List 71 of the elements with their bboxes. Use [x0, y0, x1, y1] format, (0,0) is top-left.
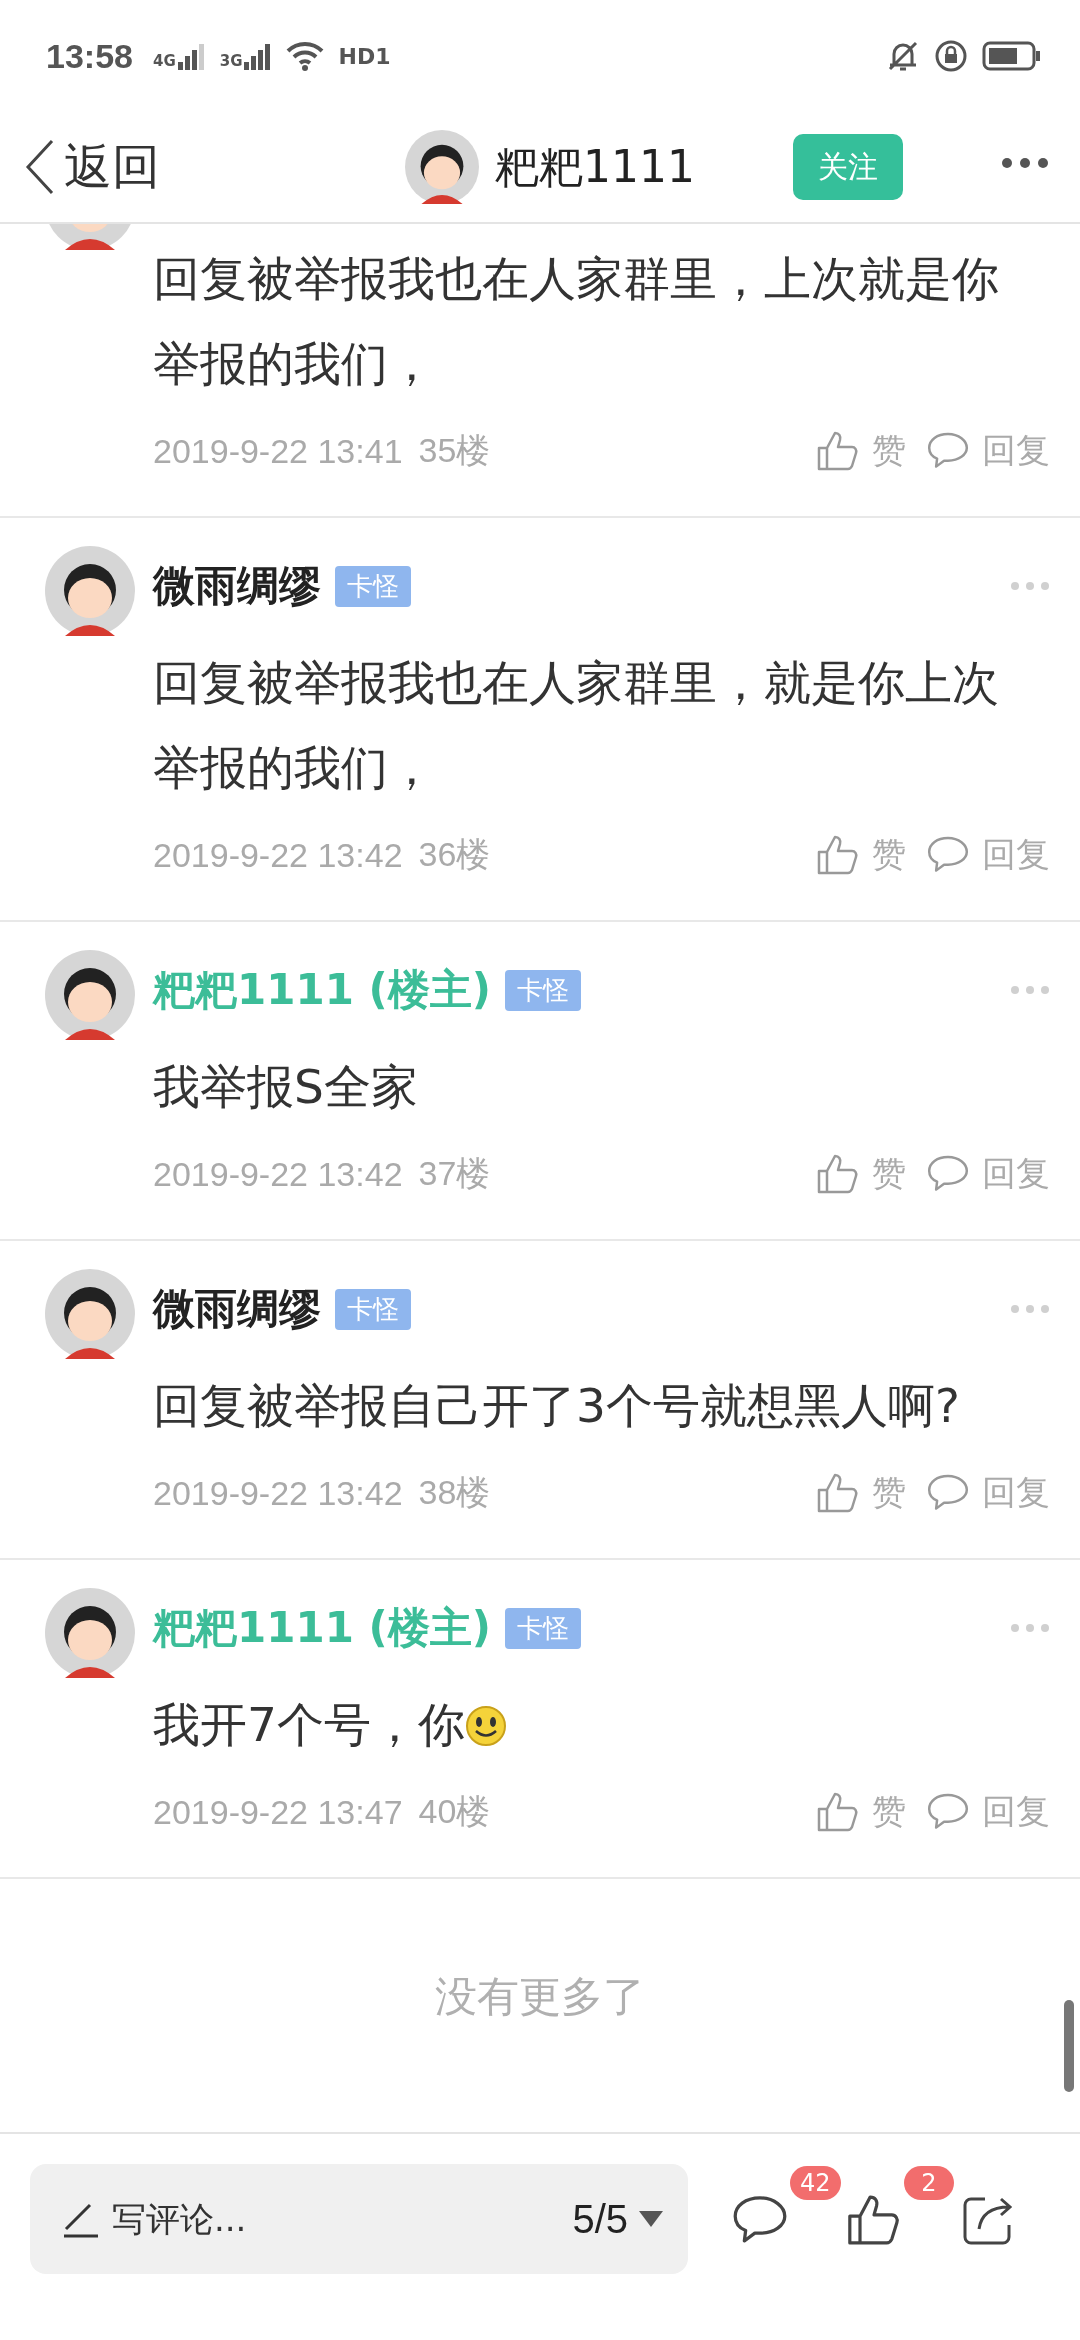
scrollbar[interactable]	[1064, 2000, 1074, 2092]
more-icon[interactable]	[1000, 156, 1050, 170]
back-button[interactable]: 返回	[22, 135, 160, 199]
like-button[interactable]: 赞	[816, 832, 906, 878]
page-indicator[interactable]: 5/5	[572, 2196, 628, 2242]
post-time: 2019-9-22 13:42	[153, 1154, 403, 1194]
bell-muted-icon	[886, 39, 920, 73]
avatar-icon	[45, 950, 135, 1040]
user-badge: 卡怪	[504, 969, 581, 1011]
comment-text: 我开7个号，你	[153, 1682, 1050, 1767]
status-time: 13:58	[46, 36, 133, 76]
smiley-icon	[464, 1705, 507, 1747]
comment-text: 回复被举报我也在人家群里，就是你上次举报的我们，	[153, 654, 1000, 797]
floor-number: 36楼	[418, 834, 491, 875]
network-label: 4G	[152, 52, 176, 70]
like-button[interactable]: 赞	[816, 428, 906, 474]
comment-icon	[926, 431, 970, 471]
post-time: 2019-9-22 13:47	[153, 1792, 403, 1832]
rotation-lock-icon	[934, 39, 968, 73]
user-badge: 卡怪	[504, 1607, 581, 1649]
end-message: 没有更多了	[434, 1971, 646, 2023]
author-name[interactable]: 粑粑1111 (楼主)	[153, 962, 491, 1018]
user-badge: 卡怪	[335, 565, 411, 607]
comment-icon	[926, 1154, 970, 1194]
user-badge: 卡怪	[335, 1288, 411, 1330]
like-button[interactable]: 赞	[816, 1789, 906, 1835]
reply-button[interactable]: 回复	[926, 1151, 1050, 1197]
post-time: 2019-9-22 13:42	[153, 835, 403, 875]
like-button[interactable]: 赞	[816, 1151, 906, 1197]
page-title: 粑粑1111	[495, 139, 695, 194]
reply-button[interactable]: 回复	[926, 1789, 1050, 1835]
network-label: 3G	[219, 52, 243, 70]
avatar-icon	[45, 1588, 135, 1678]
like-button[interactable]: 赞	[816, 1470, 906, 1516]
reply-button[interactable]: 回复	[926, 428, 1050, 474]
comment-text: 回复被举报我也在人家群里，上次就是你举报的我们，	[153, 250, 1000, 393]
comment-icon	[926, 1473, 970, 1513]
comment-icon	[926, 1792, 970, 1832]
post-time: 2019-9-22 13:42	[153, 1473, 403, 1513]
floor-number: 38楼	[418, 1472, 491, 1513]
follow-button[interactable]: 关注	[793, 134, 903, 200]
floor-number: 35楼	[418, 430, 491, 471]
thumbs-up-icon	[816, 1791, 860, 1833]
avatar-icon	[45, 1269, 135, 1359]
comment-count: 42	[790, 2166, 841, 2200]
post-time: 2019-9-22 13:41	[153, 431, 403, 471]
thumbs-up-icon	[846, 2193, 902, 2247]
author-name[interactable]: 微雨绸缪	[153, 558, 321, 614]
reply-button[interactable]: 回复	[926, 832, 1050, 878]
signal-icon	[244, 42, 273, 70]
avatar-icon	[45, 546, 135, 636]
comment-icon	[926, 835, 970, 875]
like-count: 2	[904, 2166, 954, 2200]
thumbs-up-icon	[816, 430, 860, 472]
comment-text: 回复被举报自己开了3个号就想黑人啊?	[153, 1377, 961, 1435]
battery-icon	[982, 41, 1040, 71]
hd-label: HD1	[338, 43, 391, 69]
thumbs-up-icon	[816, 1153, 860, 1195]
comment-input[interactable]: 写评论... 5/5	[30, 2164, 688, 2274]
wifi-icon	[286, 41, 325, 71]
floor-number: 37楼	[418, 1153, 491, 1194]
author-name[interactable]: 粑粑1111 (楼主)	[153, 1600, 491, 1656]
avatar-icon	[405, 130, 479, 204]
comment-text: 我举报S全家	[153, 1058, 419, 1116]
thumbs-up-icon	[816, 834, 860, 876]
author-name[interactable]: 微雨绸缪	[153, 1281, 321, 1337]
floor-number: 40楼	[418, 1791, 491, 1832]
dropdown-icon[interactable]	[638, 2210, 664, 2228]
thumbs-up-icon	[816, 1472, 860, 1514]
reply-button[interactable]: 回复	[926, 1470, 1050, 1516]
signal-icon	[177, 42, 206, 70]
